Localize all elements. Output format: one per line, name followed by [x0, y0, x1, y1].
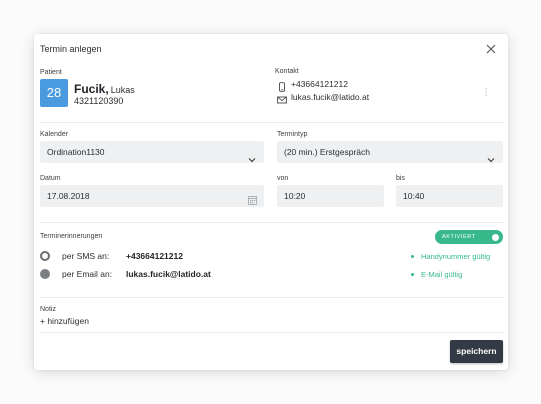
status-dot-icon	[411, 254, 414, 258]
calendar-label: Kalender	[40, 131, 69, 138]
note-label: Notiz	[40, 306, 56, 313]
patient-label: Patient	[40, 69, 62, 76]
appointment-type-value: (20 min.) Erstgespräch	[284, 147, 370, 157]
contact-label: Kontakt	[275, 68, 299, 75]
chevron-down-icon	[248, 149, 256, 163]
calendar-value: Ordination1130	[47, 147, 105, 157]
sms-radio[interactable]	[40, 251, 50, 261]
to-label: bis	[396, 175, 405, 182]
reminders-toggle[interactable]: AKTIVIERT	[435, 230, 503, 244]
divider	[40, 332, 504, 333]
calendar-select[interactable]: Ordination1130	[40, 141, 264, 163]
patient-calendar-badge: 28	[40, 79, 68, 107]
appointment-type-label: Termintyp	[277, 131, 308, 138]
add-note-link[interactable]: + hinzufügen	[40, 316, 89, 326]
divider	[40, 122, 504, 123]
from-time-value: 10:20	[284, 191, 306, 201]
contact-phone: +43664121212	[291, 78, 348, 89]
status-dot-icon	[411, 272, 414, 276]
chevron-down-icon	[487, 149, 495, 163]
sms-label: per SMS an:	[62, 251, 110, 261]
date-input[interactable]: 17.08.2018	[40, 185, 264, 207]
sms-valid-status: Handynummer gültig	[411, 252, 490, 261]
dialog-title: Termin anlegen	[40, 44, 102, 54]
from-label: von	[277, 175, 289, 182]
email-valid-status: E-Mail gültig	[411, 270, 462, 279]
appointment-dialog: Termin anlegen Patient 28 Fucik, Lukas 43…	[34, 34, 508, 370]
more-options-icon[interactable]	[483, 85, 489, 97]
divider	[40, 222, 504, 223]
patient-name: Fucik, Lukas	[74, 82, 135, 96]
page-backdrop: Termin anlegen Patient 28 Fucik, Lukas 43…	[0, 0, 541, 404]
patient-id-number: 4321120390	[74, 96, 124, 106]
reminders-label: Terminerinnerungen	[40, 233, 103, 240]
contact-email: lukas.fucik@latido.at	[291, 91, 370, 102]
email-label: per Email an:	[62, 269, 113, 279]
contact-phone-row: +43664121212	[277, 78, 348, 92]
from-time-input[interactable]: 10:20	[277, 185, 384, 207]
to-time-input[interactable]: 10:40	[396, 185, 503, 207]
sms-valid-text: Handynummer gültig	[421, 252, 491, 261]
appointment-type-select[interactable]: (20 min.) Erstgespräch	[277, 141, 503, 163]
close-icon[interactable]	[485, 43, 497, 55]
toggle-knob	[492, 233, 499, 241]
patient-last-name: Fucik,	[74, 82, 109, 96]
save-button[interactable]: speichern	[450, 340, 503, 363]
patient-first-name: Lukas	[110, 85, 135, 95]
calendar-icon[interactable]	[248, 191, 257, 205]
contact-email-row: lukas.fucik@latido.at	[277, 91, 370, 103]
to-time-value: 10:40	[403, 191, 425, 201]
divider	[40, 297, 504, 298]
email-valid-text: E-Mail gültig	[421, 270, 463, 279]
email-address: lukas.fucik@latido.at	[126, 269, 211, 279]
phone-icon	[277, 79, 287, 92]
date-label: Datum	[40, 175, 61, 182]
sms-number: +43664121212	[126, 251, 183, 261]
dialog-header: Termin anlegen	[34, 34, 508, 62]
date-value: 17.08.2018	[47, 191, 90, 201]
email-radio[interactable]	[40, 269, 50, 279]
mail-icon	[277, 92, 287, 103]
reminders-toggle-label: AKTIVIERT	[442, 234, 476, 240]
